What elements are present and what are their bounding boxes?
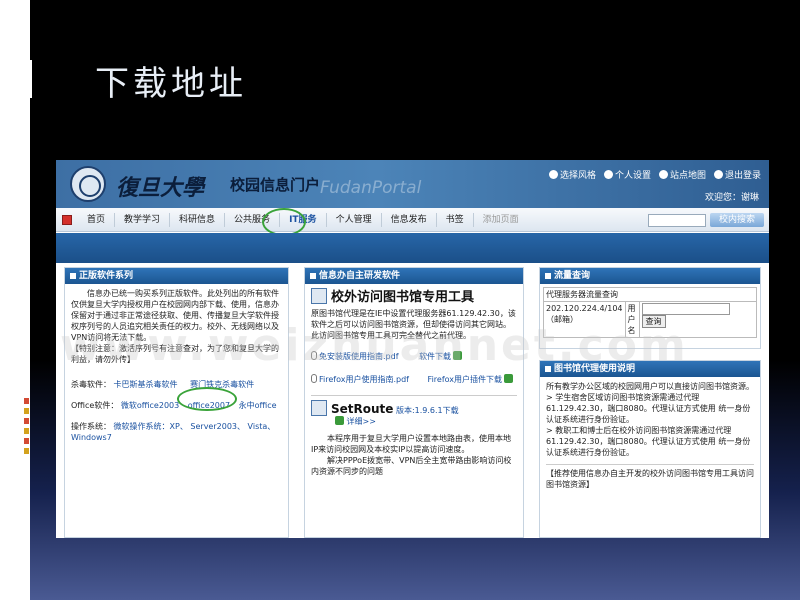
username-input[interactable]	[641, 303, 730, 315]
setroute-desc: 本程序用于复旦大学用户设置本地路由表，使用本地IP来访问校园网及本校实IP以提高…	[311, 434, 511, 454]
panel-title: 信息办自主研发软件	[305, 268, 523, 284]
portal-header: 復旦大學 校园信息门户 FudanPortal 选择风格 个人设置 站点地图 退…	[56, 160, 769, 208]
university-seal-icon	[70, 166, 106, 202]
panel-title: 流量查询	[540, 268, 760, 284]
portal-name: 校园信息门户	[230, 176, 321, 194]
welcome-text: 欢迎您：谢琳	[704, 193, 759, 203]
proxy-staff: > 教职工和博士后在校外访问图书馆资源需通过代理61.129.42.30，端口8…	[546, 426, 751, 457]
nav-bookmarks[interactable]: 书签	[437, 212, 474, 227]
nav-add-page[interactable]: 添加页面	[474, 213, 528, 227]
office2003-link[interactable]: 微软office2003	[121, 401, 179, 410]
power-icon	[713, 170, 723, 179]
vista-link[interactable]: Vista、	[248, 422, 276, 431]
server2003-link[interactable]: Server2003、	[190, 422, 245, 431]
library-proxy-panel: 图书馆代理使用说明 所有教学办公区域的校园网用户可以直接访问图书馆资源。 > 学…	[539, 360, 761, 538]
setroute-desc-2: 解决PPPoE拨宽带、VPN后全主宽带路由影响访问校内资源不同步的问题	[311, 456, 512, 476]
sitemap-icon	[658, 170, 668, 179]
nav-bar: 首页 教学学习 科研信息 公共服务 IT服务 个人管理 信息发布 书签 添加页面…	[56, 208, 769, 232]
settings-link[interactable]: 个人设置	[603, 168, 651, 181]
nav-personal[interactable]: 个人管理	[327, 212, 382, 227]
kaspersky-link[interactable]: 卡巴斯基杀毒软件	[114, 380, 178, 389]
windows7-link[interactable]: Windows7	[71, 433, 112, 442]
portal-watermark: FudanPortal	[320, 178, 422, 198]
antivirus-row: 杀毒软件： 卡巴斯基杀毒软件 赛门铁克杀毒软件	[71, 380, 255, 389]
style-link[interactable]: 选择风格	[548, 168, 596, 181]
guide-row-2: Firefox用户使用指南.pdf Firefox用户插件下载	[311, 374, 517, 385]
library-tool-title: 校外访问图书馆专用工具	[331, 290, 475, 305]
highlight-circle	[262, 208, 306, 236]
setroute-title: SetRoute	[331, 402, 394, 416]
palette-icon	[548, 170, 558, 179]
sitemap-link[interactable]: 站点地图	[658, 168, 706, 181]
panel-title: 正版软件系列	[65, 268, 288, 284]
user-icon	[603, 170, 613, 179]
university-name: 復旦大學	[116, 175, 205, 201]
proxy-recommend: 【推荐使用信息办自主开发的校外访问图书馆专用工具访问图书馆资源】	[546, 469, 754, 489]
firefox-plugin-link[interactable]: Firefox用户插件下载	[428, 375, 502, 384]
nav-publish[interactable]: 信息发布	[382, 212, 437, 227]
proxy-intro: 所有教学办公区域的校园网用户可以直接访问图书馆资源。	[546, 382, 754, 391]
nav-research[interactable]: 科研信息	[170, 212, 226, 227]
download-icon	[504, 374, 514, 383]
slide-title: 下载地址	[95, 64, 247, 104]
windows-os-link[interactable]: 微软操作系统：XP、	[114, 422, 188, 431]
content-band	[56, 233, 769, 263]
site-watermark: www.weizhuannet.com	[60, 320, 689, 371]
nav-teaching[interactable]: 教学学习	[115, 212, 171, 227]
top-links: 选择风格 个人设置 站点地图 退出登录	[548, 168, 761, 181]
home-icon[interactable]	[62, 214, 72, 225]
yozo-office-link[interactable]: 永中office	[239, 401, 277, 410]
proxy-students: > 学生宿舍区域访问图书馆资源需通过代理61.129.42.30，端口8080。…	[546, 393, 751, 424]
nav-home[interactable]: 首页	[78, 212, 116, 227]
licensed-software-panel: 正版软件系列 信息办已统一购买系列正版软件。此处列出的所有软件仅供复旦大学内授权…	[64, 267, 289, 538]
firefox-guide-link[interactable]: Firefox用户使用指南.pdf	[319, 375, 409, 384]
traffic-table-header: 代理服务器流量查询	[543, 287, 757, 302]
setroute-version-link[interactable]: 版本:1.9.6.1下载	[396, 406, 459, 415]
search-input[interactable]	[648, 214, 706, 227]
office-row: Office软件： 微软office2003 office2007 永中offi…	[71, 401, 277, 410]
attachment-icon	[311, 374, 317, 383]
highlight-circle	[177, 387, 237, 411]
setroute-detail-link[interactable]: 详细>>	[347, 417, 376, 426]
search-button[interactable]: 校内搜索	[710, 213, 764, 227]
download-icon	[335, 416, 344, 425]
setroute-icon	[311, 400, 327, 416]
os-row: 操作系统： 微软操作系统：XP、 Server2003、 Vista、 Wind…	[71, 422, 276, 442]
logout-link[interactable]: 退出登录	[713, 168, 761, 181]
library-tool-icon	[311, 288, 327, 304]
self-developed-software-panel: 信息办自主研发软件 校外访问图书馆专用工具 原图书馆代理是在IE中设置代理服务器…	[304, 267, 524, 538]
